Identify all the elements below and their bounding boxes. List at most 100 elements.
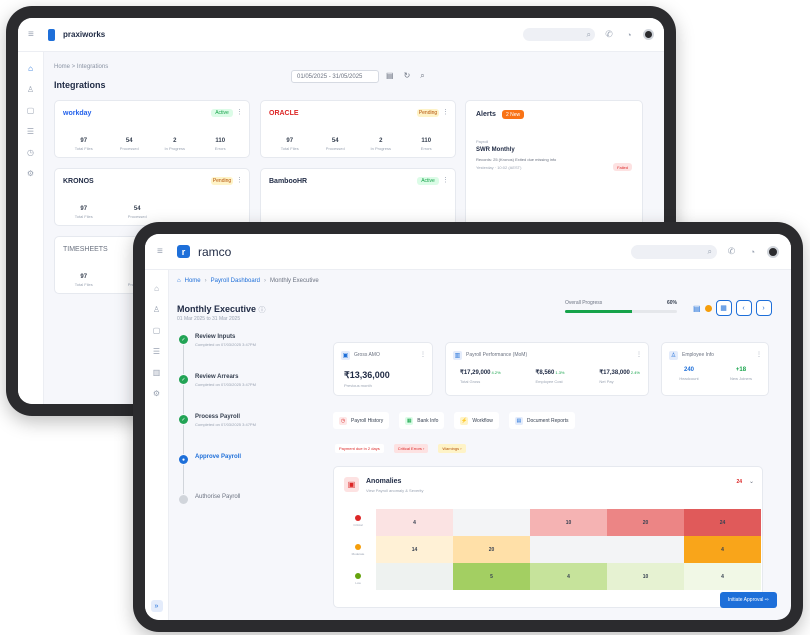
employee-info-card[interactable]: ♙ Employee Info ⋮ 240 Headcount +18 New Jo… (661, 342, 769, 396)
warnings-chip[interactable]: Warnings › (438, 444, 466, 453)
perf-value: ₹17,38,000 (599, 370, 630, 376)
legend-item: Critical (348, 515, 368, 527)
breadcrumb-home[interactable]: Home (185, 278, 201, 284)
perf-change: 1.3% (555, 370, 565, 375)
phone-icon[interactable]: ✆ (725, 246, 738, 257)
heatmap-cell[interactable]: 10 (530, 509, 607, 536)
heatmap-cell[interactable]: 4 (376, 509, 453, 536)
heatmap-cell[interactable]: 24 (684, 509, 761, 536)
date-range-picker[interactable]: 01/05/2025 - 31/05/2025 (291, 70, 379, 83)
user-icon[interactable]: ♙ (153, 305, 160, 314)
heatmap-cell[interactable]: 14 (376, 536, 453, 563)
next-button[interactable]: › (755, 300, 772, 316)
chevron-down-icon[interactable]: ⌄ (749, 478, 754, 485)
integration-card[interactable]: BambooHR Active ⋮ (260, 168, 456, 226)
kebab-icon[interactable]: ⋮ (236, 176, 243, 184)
step-item[interactable]: ✓ Review Inputs Completed on 07/03/2025 … (179, 334, 319, 374)
heatmap-cell[interactable]: 4 (530, 563, 607, 590)
prev-button[interactable]: ‹ (735, 300, 752, 316)
kebab-icon[interactable]: ⋮ (236, 108, 243, 116)
chart-icon[interactable]: ▥ (153, 368, 161, 377)
back-top-bar: ≡ praxiworks ⌕ ✆ ◔ (18, 18, 664, 52)
heatmap-cell[interactable]: 4 (684, 536, 761, 563)
heatmap-cell[interactable] (376, 563, 453, 590)
user-icon[interactable]: ♙ (27, 85, 34, 94)
document-icon: ▤ (514, 416, 523, 425)
heatmap-cell[interactable]: 10 (607, 563, 684, 590)
card-title: Gross AMO (354, 352, 380, 358)
calendar-icon[interactable]: ▢ (27, 106, 35, 115)
front-screen: ≡ r ramco ⌕ ✆ ◔ ⌂ ♙ ▢ ☰ ▥ ⚙ » ⌂ Home › P… (145, 234, 791, 620)
integration-card[interactable]: ORACLE Pending ⋮ 97 Total Files 54 Process… (260, 100, 456, 158)
step-sub: Completed on 07/03/2025 3:47PM (195, 382, 256, 387)
perf-change: 2.4% (630, 370, 640, 375)
avatar[interactable] (643, 29, 654, 40)
initiate-approval-button[interactable]: Initiate Approval ⇨ (719, 592, 777, 608)
front-search-input[interactable]: ⌕ (631, 244, 717, 259)
settings-icon[interactable]: ⚙ (153, 389, 160, 398)
integration-card[interactable]: KRONOS Pending ⋮ 97 Total Files 54 Process… (54, 168, 250, 226)
integration-card[interactable]: workday Active ⋮ 97 Total Files 54 Process… (54, 100, 250, 158)
breadcrumb-payroll-dashboard[interactable]: Payroll Dashboard (211, 278, 260, 284)
grid-view-button[interactable]: ▦ (715, 300, 732, 316)
avatar[interactable] (767, 245, 779, 258)
payroll-history-button[interactable]: ◷ Payroll History (333, 412, 390, 429)
alert-title[interactable]: SWR Monthly (476, 147, 515, 153)
phone-icon[interactable]: ✆ (603, 29, 615, 40)
bell-icon[interactable]: ◔ (746, 247, 759, 257)
refresh-icon[interactable]: ↻ (404, 71, 411, 81)
heatmap-cell[interactable] (453, 509, 530, 536)
clock-icon[interactable]: ◷ (27, 148, 34, 157)
critical-dot (355, 515, 361, 521)
critical-errors-chip[interactable]: Critical Errors › (393, 444, 429, 453)
kebab-icon[interactable]: ⋮ (636, 351, 642, 358)
pending-step-icon (179, 495, 188, 504)
menu-icon[interactable]: ≡ (28, 29, 40, 40)
legend-item: Low (348, 573, 368, 585)
report-icon[interactable]: ☰ (27, 127, 34, 136)
kebab-icon[interactable]: ⋮ (442, 108, 449, 116)
workflow-icon: ⚡ (460, 416, 469, 425)
bell-icon[interactable]: ◔ (623, 30, 635, 40)
kebab-icon[interactable]: ⋮ (420, 351, 426, 358)
step-item[interactable]: Authorise Payroll (179, 494, 319, 534)
home-icon[interactable]: ⌂ (28, 64, 33, 73)
bank-info-button[interactable]: ▦ Bank Info (399, 412, 445, 429)
notification-dot (704, 304, 712, 312)
back-search-input[interactable]: ⌕ (523, 28, 595, 41)
emp-value: +18 (735, 367, 747, 373)
kebab-icon[interactable]: ⋮ (442, 176, 449, 184)
kebab-icon[interactable]: ⋮ (756, 351, 762, 358)
calendar-icon[interactable]: ▤ (693, 304, 701, 313)
alert-desc: Records: 25 (Kronos) Exited due missing … (476, 157, 557, 162)
legend-item: Moderate (348, 544, 368, 556)
card-title: Employee Info (682, 352, 714, 358)
settings-icon[interactable]: ⚙ (27, 169, 34, 178)
step-item[interactable]: ● Approve Payroll (179, 454, 319, 494)
heatmap-cell[interactable] (530, 536, 607, 563)
menu-icon[interactable]: ≡ (157, 246, 169, 257)
heatmap-cell[interactable]: 20 (453, 536, 530, 563)
calendar-icon[interactable]: ▢ (153, 326, 161, 335)
gross-amo-card[interactable]: ▣ Gross AMO ⋮ ₹13,36,000 Previous month (333, 342, 433, 396)
perf-value: ₹17,29,000 (460, 370, 491, 376)
heatmap-cell[interactable] (607, 536, 684, 563)
step-item[interactable]: ✓ Process Payroll Completed on 07/03/202… (179, 414, 319, 454)
home-icon[interactable]: ⌂ (154, 284, 159, 293)
info-icon[interactable]: ⓘ (259, 307, 266, 314)
heatmap-cell[interactable]: 20 (607, 509, 684, 536)
back-sidebar: ⌂ ♙ ▢ ☰ ◷ ⚙ (18, 52, 44, 404)
search-icon[interactable]: ⌕ (420, 71, 424, 81)
calendar-icon[interactable]: ▤ (386, 71, 394, 81)
brand-workday: workday (63, 110, 92, 117)
collapse-icon[interactable]: » (150, 600, 163, 612)
step-item[interactable]: ✓ Review Arrears Completed on 07/03/2025… (179, 374, 319, 414)
report-icon[interactable]: ☰ (153, 347, 160, 356)
workflow-button[interactable]: ⚡ Workflow (454, 412, 499, 429)
heatmap-cell[interactable]: 5 (453, 563, 530, 590)
document-reports-button[interactable]: ▤ Document Reports (508, 412, 575, 429)
payroll-performance-card[interactable]: ▥ Payroll Performance (MoM) ⋮ ₹17,29,000… (445, 342, 649, 396)
heatmap-cell[interactable]: 4 (684, 563, 761, 590)
action-label: Document Reports (526, 417, 569, 424)
step-connector (183, 425, 184, 454)
